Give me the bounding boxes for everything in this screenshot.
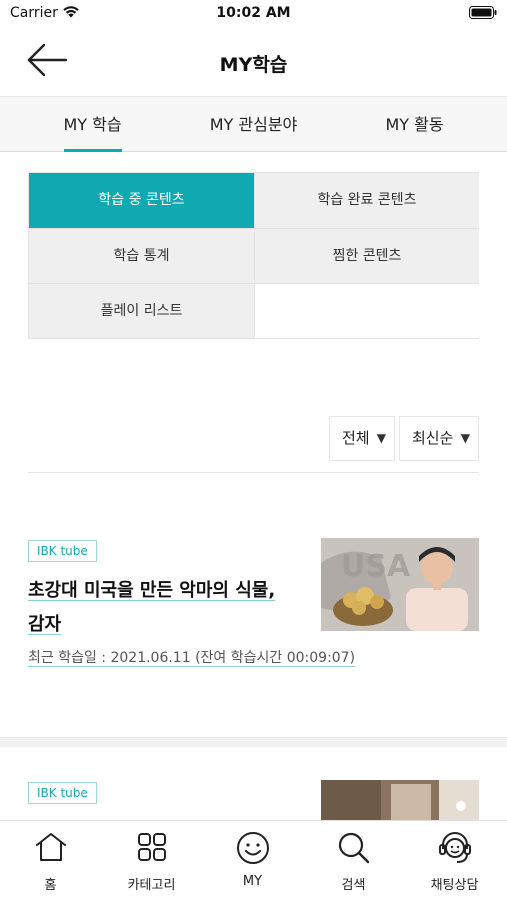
category-playlist[interactable]: 플레이 리스트 bbox=[29, 283, 254, 338]
list-divider bbox=[28, 472, 479, 473]
bottom-nav-label: 홈 bbox=[44, 878, 57, 893]
smile-icon bbox=[236, 832, 269, 864]
home-icon bbox=[35, 833, 66, 861]
category-completed[interactable]: 학습 완료 콘텐츠 bbox=[254, 173, 479, 228]
category-grid-icon bbox=[137, 833, 166, 861]
bottom-nav-search[interactable]: 검색 bbox=[303, 821, 404, 900]
source-badge: IBK tube bbox=[28, 540, 97, 562]
content-title[interactable]: 초강대 미국을 만든 악마의 식물, 감자 bbox=[28, 574, 313, 642]
content-card[interactable]: IBK tube bbox=[0, 780, 507, 820]
content-title-line: 초강대 미국을 만든 악마의 식물, bbox=[28, 580, 276, 601]
bottom-nav-home[interactable]: 홈 bbox=[0, 821, 101, 900]
content-thumbnail[interactable] bbox=[321, 780, 479, 820]
bottom-nav-label: 채팅상담 bbox=[430, 878, 479, 893]
bottom-nav-chat[interactable]: 채팅상담 bbox=[404, 821, 505, 900]
content-thumbnail[interactable]: USA bbox=[321, 538, 479, 631]
svg-text:USA: USA bbox=[341, 549, 411, 584]
status-time: 10:02 AM bbox=[216, 5, 291, 21]
tab-label: MY 활동 bbox=[385, 115, 444, 134]
bottom-nav-label: MY bbox=[242, 874, 263, 889]
headset-icon bbox=[438, 832, 471, 863]
section-separator bbox=[0, 737, 507, 747]
bottom-nav-category[interactable]: 카테고리 bbox=[101, 821, 202, 900]
category-favorites[interactable]: 찜한 콘텐츠 bbox=[254, 228, 479, 283]
sort-filter-value: 최신순 bbox=[412, 429, 454, 447]
category-grid: 학습 중 콘텐츠 학습 완료 콘텐츠 학습 통계 찜한 콘텐츠 플레이 리스트 bbox=[28, 172, 479, 339]
tab-my-activity[interactable]: MY 활동 bbox=[330, 97, 499, 152]
bottom-nav-my[interactable]: MY bbox=[202, 821, 303, 900]
category-statistics[interactable]: 학습 통계 bbox=[29, 228, 254, 283]
search-icon bbox=[338, 832, 369, 864]
status-bar: Carrier 10:02 AM bbox=[0, 0, 507, 28]
tab-label: MY 학습 bbox=[63, 115, 122, 134]
content-title-line: 감자 bbox=[28, 614, 62, 635]
type-filter-value: 전체 bbox=[342, 429, 370, 447]
bottom-nav: 홈 카테고리 MY 검색 채팅상담 bbox=[0, 820, 507, 900]
tab-label: MY 관심분야 bbox=[209, 115, 298, 134]
tab-my-learning[interactable]: MY 학습 bbox=[8, 97, 177, 152]
type-filter-select[interactable]: 전체 ▼ bbox=[329, 416, 395, 461]
bottom-nav-label: 카테고리 bbox=[127, 878, 176, 893]
battery-icon bbox=[469, 6, 497, 19]
sort-filter-select[interactable]: 최신순 ▼ bbox=[399, 416, 479, 461]
content-card[interactable]: IBK tube 초강대 미국을 만든 악마의 식물, 감자 최근 학습일 : … bbox=[0, 538, 507, 680]
category-empty-cell bbox=[254, 283, 479, 338]
tab-my-interests[interactable]: MY 관심분야 bbox=[169, 97, 338, 152]
tab-bar: MY 학습 MY 관심분야 MY 활동 bbox=[0, 96, 507, 152]
category-in-progress[interactable]: 학습 중 콘텐츠 bbox=[29, 173, 254, 228]
dropdown-caret-icon: ▼ bbox=[376, 431, 386, 445]
nav-bar: MY학습 bbox=[0, 28, 507, 96]
page-title: MY학습 bbox=[219, 54, 288, 76]
dropdown-caret-icon: ▼ bbox=[460, 431, 470, 445]
source-badge: IBK tube bbox=[28, 782, 97, 804]
bottom-nav-label: 검색 bbox=[341, 878, 366, 893]
active-tab-indicator bbox=[63, 149, 122, 152]
last-studied-date: 최근 학습일 : 2021.06.11 (잔여 학습시간 00:09:07) bbox=[28, 650, 356, 666]
